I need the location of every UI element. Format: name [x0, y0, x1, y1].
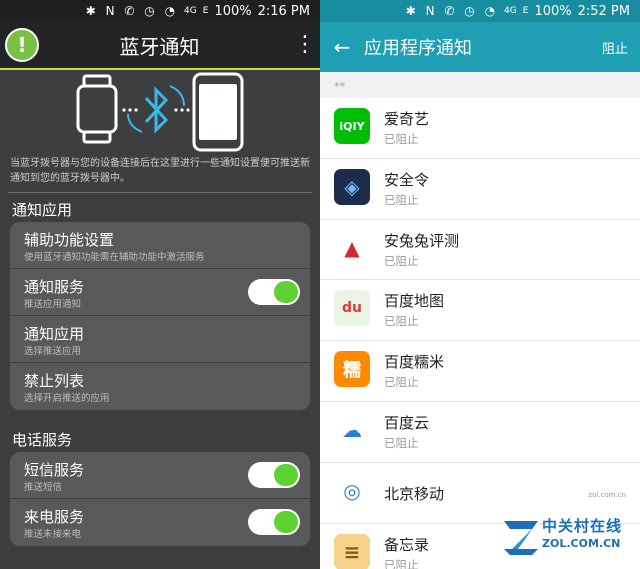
overflow-menu-icon[interactable]: ⋮	[290, 34, 320, 56]
dots-right	[174, 108, 190, 112]
app-bar: ! 蓝牙通知 ⋮	[0, 22, 320, 70]
app-block-state: 已阻止	[384, 557, 419, 569]
app-list-item[interactable]: ▲ 安兔兔评测已阻止	[320, 220, 640, 281]
baidu-map-icon: du	[334, 290, 370, 327]
list-subheader: **	[320, 72, 640, 98]
clock: 2:16 PM	[257, 3, 310, 19]
app-bar: ← 应用程序通知 阻止	[320, 22, 640, 72]
page-title: 蓝牙通知	[119, 34, 200, 59]
app-name: 爱奇艺	[384, 110, 430, 128]
app-name: 百度地图	[384, 292, 445, 311]
app-block-state: 已阻止	[384, 435, 419, 450]
call-service-toggle[interactable]	[248, 509, 300, 535]
signal-indicator: E	[522, 6, 529, 16]
app-block-state: 已阻止	[384, 314, 419, 329]
battery-level: 100%	[214, 3, 252, 19]
block-button[interactable]: 阻止	[596, 38, 640, 57]
row-subtitle: 选择推送应用	[24, 346, 82, 357]
app-name: 安全令	[384, 170, 430, 189]
page-title: 应用程序通知	[364, 38, 472, 59]
iqiyi-icon: iQIY	[334, 108, 370, 144]
app-notifications-screen: ✱ N ✆ ◷ ◔ 4G E 100% 2:52 PM ← 应用程序通知 阻止 …	[320, 0, 640, 569]
bluetooth-notification-screen: ✱ N ✆ ◷ ◔ 4G E 100% 2:16 PM ! 蓝牙通知 ⋮ 当蓝牙…	[0, 0, 320, 569]
row-title: 禁止列表	[24, 372, 85, 390]
watch-phone-bluetooth-illustration	[76, 72, 244, 152]
china-mobile-icon: ◎	[334, 472, 370, 509]
row-call-service[interactable]: 来电服务 推送未接来电	[10, 499, 310, 546]
battery-level: 100%	[534, 3, 572, 19]
phone-services-card: 短信服务 推送短信 来电服务 推送未接来电	[10, 452, 310, 546]
zol-logo-icon	[504, 521, 538, 555]
dots-left	[122, 108, 138, 112]
antutu-icon: ▲	[334, 229, 370, 266]
clock: 2:52 PM	[577, 3, 630, 19]
back-arrow-icon[interactable]: ←	[320, 35, 364, 59]
row-notification-apps[interactable]: 通知应用 选择推送应用	[10, 316, 310, 363]
app-name: 北京移动	[384, 484, 445, 503]
zol-watermark: 中关村在线 ZOL.COM.CN	[502, 511, 634, 559]
row-accessibility-settings[interactable]: 辅助功能设置 使用蓝牙通知功能需在辅助功能中激活服务	[10, 222, 310, 269]
app-list-item[interactable]: iQIY 爱奇艺已阻止	[320, 98, 640, 159]
divider	[8, 192, 312, 193]
app-name: 备忘录	[384, 535, 430, 554]
status-icons: ✱ N ✆ ◷ ◔	[405, 4, 499, 18]
baidu-cloud-icon: ☁	[334, 411, 370, 448]
baidu-nuomi-icon: 糯	[334, 351, 370, 388]
sms-service-toggle[interactable]	[248, 462, 300, 488]
section-title-notify-apps: 通知应用	[12, 201, 73, 219]
app-list-item[interactable]: ☁ 百度云已阻止	[320, 402, 640, 463]
watermark-en-text: ZOL.COM.CN	[542, 537, 621, 550]
toggle-knob	[274, 281, 298, 303]
app-list-item[interactable]: ◈ 安全令已阻止	[320, 159, 640, 220]
toggle-knob	[274, 511, 298, 533]
signal-indicator: E	[202, 6, 209, 16]
app-name: 安兔兔评测	[384, 231, 460, 250]
app-name: 百度云	[384, 413, 430, 432]
app-name: 百度糯米	[384, 353, 445, 372]
row-block-list[interactable]: 禁止列表 选择开启推送的应用	[10, 363, 310, 410]
app-block-state: 已阻止	[384, 253, 419, 268]
shield-token-icon: ◈	[334, 168, 370, 205]
small-watermark: zol.com.cn	[588, 491, 626, 499]
app-block-state: 已阻止	[384, 375, 419, 390]
hero-description: 当蓝牙拨号器与您的设备连接后在这里进行一些通知设置便可推送新通知到您的蓝牙拨号器…	[10, 158, 310, 184]
row-sms-service[interactable]: 短信服务 推送短信	[10, 452, 310, 499]
app-list-item[interactable]: 糯百度糯米已阻止	[320, 341, 640, 402]
app-block-state: 已阻止	[384, 192, 419, 207]
network-indicator: 4G	[504, 6, 517, 16]
section-title-phone-services: 电话服务	[12, 431, 73, 449]
network-indicator: 4G	[184, 6, 197, 16]
watermark-cn-text: 中关村在线	[542, 517, 623, 535]
app-block-state: 已阻止	[384, 132, 419, 146]
notification-service-toggle[interactable]	[248, 279, 300, 305]
toggle-knob	[274, 464, 298, 486]
row-notification-service[interactable]: 通知服务 推送应用通知	[10, 269, 310, 316]
row-subtitle: 使用蓝牙通知功能需在辅助功能中激活服务	[24, 252, 205, 263]
memo-icon: ≡	[334, 533, 370, 569]
smartphone-icon	[192, 72, 244, 152]
notify-apps-card: 辅助功能设置 使用蓝牙通知功能需在辅助功能中激活服务 通知服务 推送应用通知 通…	[10, 222, 310, 410]
row-title: 辅助功能设置	[24, 231, 115, 249]
status-bar: ✱ N ✆ ◷ ◔ 4G E 100% 2:52 PM	[320, 0, 640, 22]
status-bar: ✱ N ✆ ◷ ◔ 4G E 100% 2:16 PM	[0, 0, 320, 22]
status-icons: ✱ N ✆ ◷ ◔	[85, 4, 179, 18]
smartwatch-icon	[76, 74, 118, 144]
app-list-item[interactable]: du 百度地图已阻止	[320, 280, 640, 342]
row-title: 通知应用	[24, 325, 85, 343]
row-subtitle: 选择开启推送的应用	[24, 393, 110, 404]
